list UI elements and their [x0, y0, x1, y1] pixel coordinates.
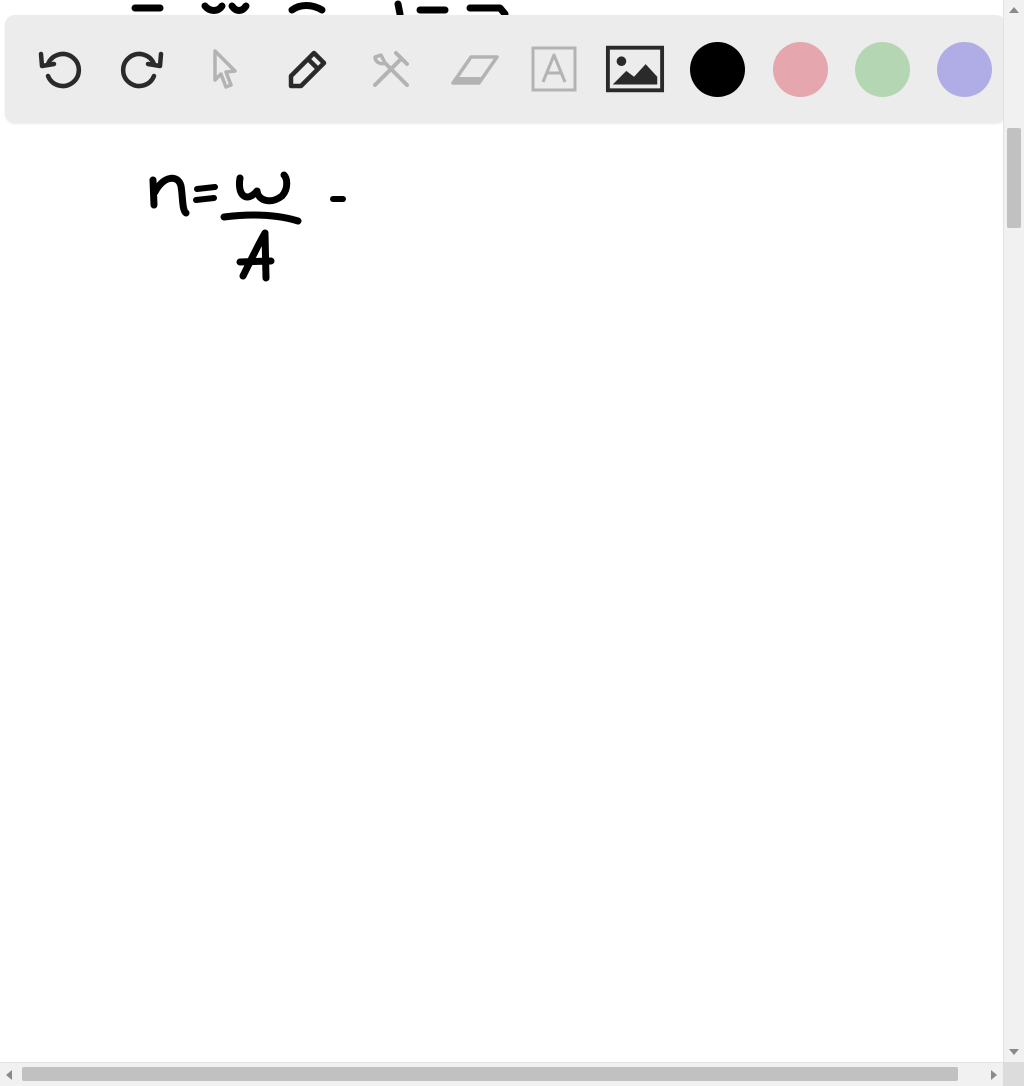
ink-a-denominator — [239, 229, 270, 282]
scrollbar-corner — [1003, 1062, 1024, 1086]
ink-stroke-top-4 — [288, 2, 326, 14]
scroll-up-arrow-icon[interactable] — [1009, 7, 1019, 13]
vertical-scroll-thumb[interactable] — [1007, 128, 1021, 228]
ink-stroke-top-7 — [466, 4, 509, 18]
color-black-swatch[interactable] — [690, 42, 745, 97]
color-pink-swatch[interactable] — [773, 42, 828, 97]
ink-w-numerator — [235, 171, 291, 205]
redo-button[interactable] — [112, 39, 172, 99]
eraser-icon — [451, 55, 499, 85]
color-green-swatch[interactable] — [855, 42, 910, 97]
vertical-scrollbar[interactable] — [1003, 0, 1024, 1062]
pen-icon — [288, 50, 327, 89]
horizontal-scrollbar[interactable] — [0, 1062, 1003, 1086]
ink-eta-hump — [151, 174, 190, 217]
horizontal-scroll-thumb[interactable] — [22, 1067, 958, 1081]
ink-a-crossbar — [236, 257, 275, 266]
select-tool-button[interactable] — [194, 39, 254, 99]
ink-stroke-top-3 — [228, 2, 250, 14]
pen-tool-button[interactable] — [278, 39, 338, 99]
toolbar — [5, 15, 1006, 123]
scroll-right-arrow-icon[interactable] — [991, 1070, 997, 1080]
tools-icon — [373, 51, 409, 87]
ink-equals-top — [194, 184, 218, 192]
scroll-left-arrow-icon[interactable] — [6, 1070, 12, 1080]
select-pointer-icon — [213, 49, 237, 89]
undo-button[interactable] — [30, 39, 90, 99]
redo-icon — [121, 51, 164, 89]
tools-button[interactable] — [361, 39, 421, 99]
ink-fraction-bar — [220, 211, 302, 225]
whiteboard-app — [0, 0, 1024, 1086]
handwritten-ink — [131, 0, 509, 282]
text-icon — [531, 46, 577, 92]
image-icon — [605, 45, 665, 93]
ink-stroke-top-2 — [201, 2, 226, 14]
undo-icon — [38, 51, 81, 89]
text-tool-button[interactable] — [524, 39, 584, 99]
ink-stroke-top-5 — [394, 0, 404, 18]
drawing-canvas[interactable] — [0, 0, 1003, 1062]
image-button[interactable] — [605, 39, 665, 99]
ink-equals-bottom — [193, 195, 217, 203]
scroll-down-arrow-icon[interactable] — [1009, 1049, 1019, 1055]
eraser-button[interactable] — [445, 39, 505, 99]
color-purple-swatch[interactable] — [937, 42, 992, 97]
